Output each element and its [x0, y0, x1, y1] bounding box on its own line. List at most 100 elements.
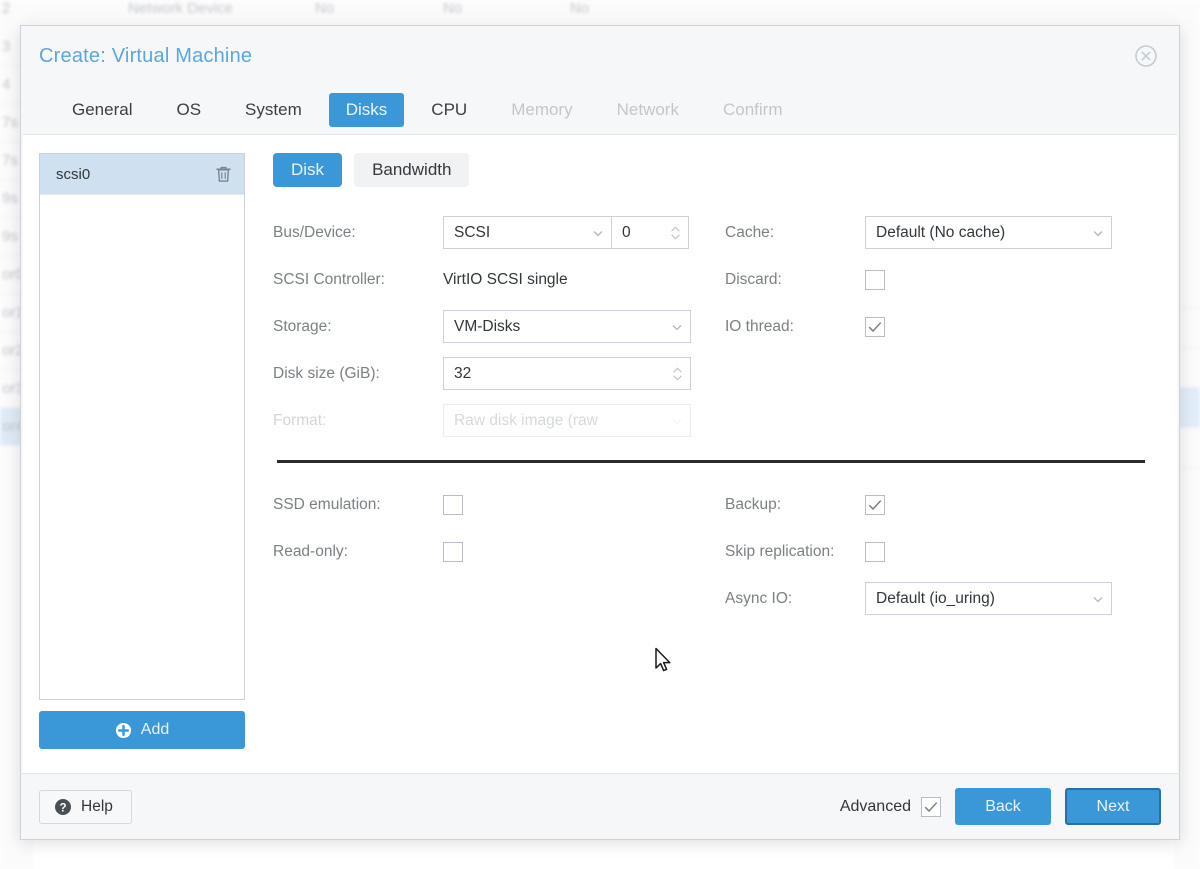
close-circle-icon[interactable] — [1131, 41, 1161, 71]
ssd-emulation-checkbox[interactable] — [443, 495, 463, 515]
async-io-row: Async IO: Default (io_uring) — [693, 575, 1153, 622]
discard-label: Discard: — [693, 256, 865, 303]
help-button[interactable]: ? Help — [39, 790, 132, 824]
storage-value: VM-Disks — [454, 318, 670, 336]
tab-confirm: Confirm — [706, 93, 800, 128]
spacer-label — [273, 575, 443, 622]
bus-select[interactable]: SCSI — [443, 216, 611, 249]
dialog-title: Create: Virtual Machine — [39, 45, 252, 68]
bus-value: SCSI — [454, 224, 591, 242]
discard-checkbox[interactable] — [865, 270, 885, 290]
spacer-cell — [693, 350, 1153, 397]
bus-device-cell: SCSI 0 — [443, 209, 693, 256]
bus-device-label: Bus/Device: — [273, 209, 443, 256]
storage-label: Storage: — [273, 303, 443, 350]
chevron-down-icon — [670, 414, 684, 428]
discard-row: Discard: — [693, 256, 1153, 303]
next-button[interactable]: Next — [1065, 788, 1161, 825]
cache-row: Cache: Default (No cache) — [693, 209, 1153, 256]
spinner-arrows-icon — [669, 222, 682, 244]
read-only-cell — [443, 528, 693, 575]
device-pane: scsi0 Add — [39, 153, 245, 773]
backup-row: Backup: — [693, 481, 1153, 528]
device-number-stepper[interactable]: 0 — [611, 216, 689, 249]
scsi-controller-cell: VirtIO SCSI single — [443, 256, 693, 303]
tab-cpu[interactable]: CPU — [414, 93, 484, 128]
read-only-label: Read-only: — [273, 528, 443, 575]
storage-select[interactable]: VM-Disks — [443, 310, 691, 343]
chevron-down-icon — [1091, 592, 1105, 606]
tab-general[interactable]: General — [55, 93, 149, 128]
checkmark-icon — [868, 499, 882, 511]
add-disk-button[interactable]: Add — [39, 711, 245, 749]
subtab-disk[interactable]: Disk — [273, 153, 342, 187]
bg-cell-3: No — [443, 0, 462, 17]
spacer-cell — [693, 397, 1153, 444]
add-button-label: Add — [141, 721, 169, 739]
cache-value: Default (No cache) — [876, 224, 1091, 242]
tab-os[interactable]: OS — [159, 93, 218, 128]
tab-disks[interactable]: Disks — [329, 93, 405, 128]
wizard-tabs: General OS System Disks CPU Memory Netwo… — [21, 86, 1179, 134]
format-select: Raw disk image (raw — [443, 404, 691, 437]
format-value: Raw disk image (raw — [454, 412, 670, 430]
plus-circle-icon — [115, 722, 132, 739]
bg-cell-0: 2 — [2, 0, 10, 17]
device-list: scsi0 — [39, 153, 245, 700]
device-number-value: 0 — [622, 224, 669, 242]
create-vm-dialog: Create: Virtual Machine General OS Syste… — [20, 25, 1180, 840]
async-io-label: Async IO: — [693, 575, 865, 622]
list-item[interactable]: scsi0 — [40, 154, 244, 195]
spacer-cell — [443, 575, 693, 622]
footer-actions: Advanced Back Next — [840, 788, 1161, 825]
tab-network: Network — [600, 93, 696, 128]
chevron-down-icon — [670, 320, 684, 334]
checkmark-icon — [924, 801, 938, 813]
format-label: Format: — [273, 397, 443, 444]
backup-label: Backup: — [693, 481, 865, 528]
chevron-down-icon — [591, 226, 605, 240]
cache-select[interactable]: Default (No cache) — [865, 216, 1112, 249]
disk-size-cell: 32 — [443, 350, 693, 397]
trash-icon[interactable] — [215, 165, 232, 183]
advanced-checkbox[interactable] — [921, 797, 941, 817]
cache-label: Cache: — [693, 209, 865, 256]
advanced-toggle[interactable]: Advanced — [840, 797, 941, 817]
dialog-footer: ? Help Advanced Back Next — [21, 773, 1179, 839]
checkmark-icon — [868, 321, 882, 333]
help-label: Help — [81, 798, 113, 816]
dialog-titlebar: Create: Virtual Machine — [21, 26, 1179, 86]
subtab-bandwidth[interactable]: Bandwidth — [354, 153, 469, 187]
backup-checkbox[interactable] — [865, 495, 885, 515]
disk-form-grid: Bus/Device: SCSI 0 Cache: — [273, 209, 1153, 622]
device-label: scsi0 — [56, 166, 90, 183]
svg-text:?: ? — [59, 802, 66, 814]
skip-replication-label: Skip replication: — [693, 528, 865, 575]
ssd-emulation-label: SSD emulation: — [273, 481, 443, 528]
question-circle-icon: ? — [54, 798, 72, 816]
back-button[interactable]: Back — [955, 788, 1051, 825]
dialog-body: scsi0 Add — [23, 134, 1177, 773]
disk-size-stepper[interactable]: 32 — [443, 357, 691, 390]
skip-replication-row: Skip replication: — [693, 528, 1153, 575]
skip-replication-checkbox[interactable] — [865, 542, 885, 562]
disk-size-label: Disk size (GiB): — [273, 350, 443, 397]
io-thread-label: IO thread: — [693, 303, 865, 350]
async-io-value: Default (io_uring) — [876, 590, 1091, 608]
tab-system[interactable]: System — [228, 93, 319, 128]
spinner-arrows-icon — [671, 363, 684, 385]
chevron-down-icon — [1091, 226, 1105, 240]
read-only-checkbox[interactable] — [443, 542, 463, 562]
io-thread-checkbox[interactable] — [865, 317, 885, 337]
disk-form-pane: Disk Bandwidth Bus/Device: SCSI 0 — [245, 153, 1153, 773]
storage-cell: VM-Disks — [443, 303, 693, 350]
section-divider — [277, 460, 1145, 463]
bg-cell-2: No — [315, 0, 334, 17]
tab-memory: Memory — [494, 93, 589, 128]
bg-cell-1: Network Device — [128, 0, 233, 17]
async-io-select[interactable]: Default (io_uring) — [865, 582, 1112, 615]
background-table-row: 2 Network Device No No No — [0, 0, 1200, 20]
io-thread-row: IO thread: — [693, 303, 1153, 350]
advanced-label: Advanced — [840, 798, 911, 816]
scsi-controller-value: VirtIO SCSI single — [443, 271, 568, 289]
